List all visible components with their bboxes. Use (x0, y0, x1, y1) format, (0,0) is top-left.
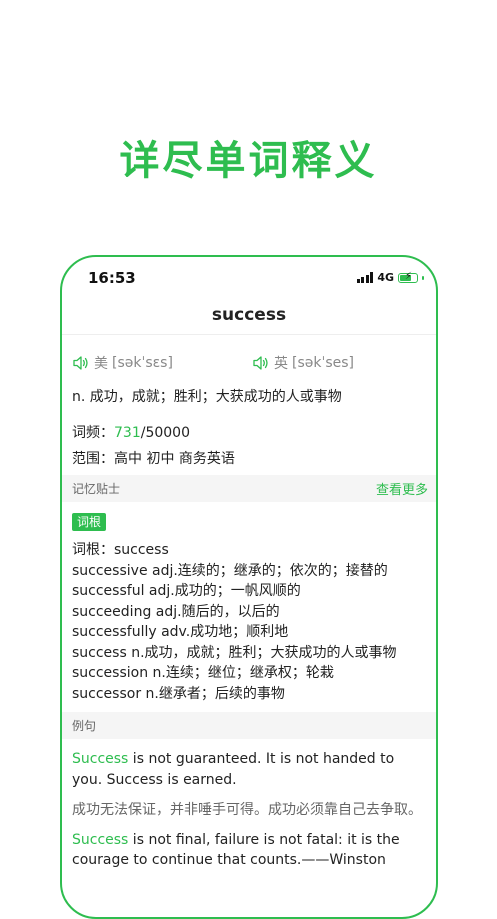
speaker-icon (73, 356, 88, 370)
word-title: success (211, 305, 287, 325)
scope-value: 高中 初中 商务英语 (114, 451, 235, 467)
view-more-link[interactable]: 查看更多 (376, 479, 428, 498)
us-ipa: [səkˈsɛs] (112, 355, 173, 371)
signal-icon (356, 272, 374, 283)
root-line: successfully adv.成功地；顺利地 (72, 624, 289, 640)
uk-ipa: [səkˈses] (292, 355, 354, 371)
example-list: Success is not guaranteed. It is not han… (62, 739, 436, 871)
battery-tip (422, 275, 424, 280)
root-tag: 词根 (72, 513, 107, 531)
root-line: success n.成功，成就；胜利；大获成功的人或事物 (72, 644, 397, 661)
example-sentence: Success is not guaranteed. It is not han… (72, 749, 426, 790)
example-highlight: Success (72, 831, 129, 848)
battery-charging-icon: ⚡ (398, 271, 418, 283)
memory-tips-header: 记忆贴士 查看更多 (62, 475, 436, 502)
phone-frame: 16:53 4G ⚡ success 美 [səkˈsɛs] 英 [səkˈse… (60, 255, 438, 919)
root-line: successful adj.成功的；一帆风顺的 (72, 583, 301, 599)
frequency-rank: 731 (114, 425, 141, 441)
root-line: 词根：success (72, 542, 169, 558)
root-line: succession n.连续；继位；继承权；轮栽 (72, 665, 334, 681)
scope-row: 范围：高中 初中 商务英语 (62, 449, 436, 475)
frequency-total: /50000 (140, 425, 190, 441)
promo-headline: 详尽单词释义 (119, 138, 378, 184)
example-highlight: Success (72, 751, 129, 767)
memory-tips-title: 记忆贴士 (72, 482, 121, 496)
scope-label: 范围： (72, 451, 114, 467)
uk-pronunciation[interactable]: 英 [səkˈses] (252, 353, 354, 373)
speaker-icon (253, 356, 268, 370)
us-pronunciation[interactable]: 美 [səkˈsɛs] (72, 353, 173, 373)
us-label: 美 (94, 356, 108, 372)
word-detail: 美 [səkˈsɛs] 英 [səkˈses] n. 成功，成就；胜利；大获成功… (62, 335, 436, 871)
examples-title: 例句 (72, 719, 97, 733)
status-time: 16:53 (88, 269, 136, 287)
root-list: 词根：success successive adj.连续的；继承的；依次的；接替… (62, 535, 436, 712)
root-line: succeeding adj.随后的，以后的 (72, 603, 280, 620)
status-bar: 16:53 4G ⚡ (62, 257, 436, 301)
status-icons: 4G ⚡ (356, 271, 424, 284)
phonetics-row: 美 [səkˈsɛs] 英 [səkˈses] (62, 335, 436, 387)
root-line: successor n.继承者；后续的事物 (72, 685, 285, 702)
frequency-label: 词频： (72, 425, 114, 441)
examples-header: 例句 (62, 712, 436, 739)
uk-label: 英 (274, 356, 288, 372)
example-translation: 成功无法保证，并非唾手可得。成功必须靠自己去争取。 (72, 802, 422, 818)
definition: n. 成功，成就；胜利；大获成功的人或事物 (72, 389, 342, 405)
frequency-row: 词频：731/50000 (62, 423, 436, 449)
root-line: successive adj.连续的；继承的；依次的；接替的 (72, 562, 388, 579)
example-sentence: Success is not final, failure is not fat… (72, 830, 426, 871)
root-tag-wrap: 词根 (62, 502, 436, 535)
network-type: 4G (377, 271, 394, 284)
